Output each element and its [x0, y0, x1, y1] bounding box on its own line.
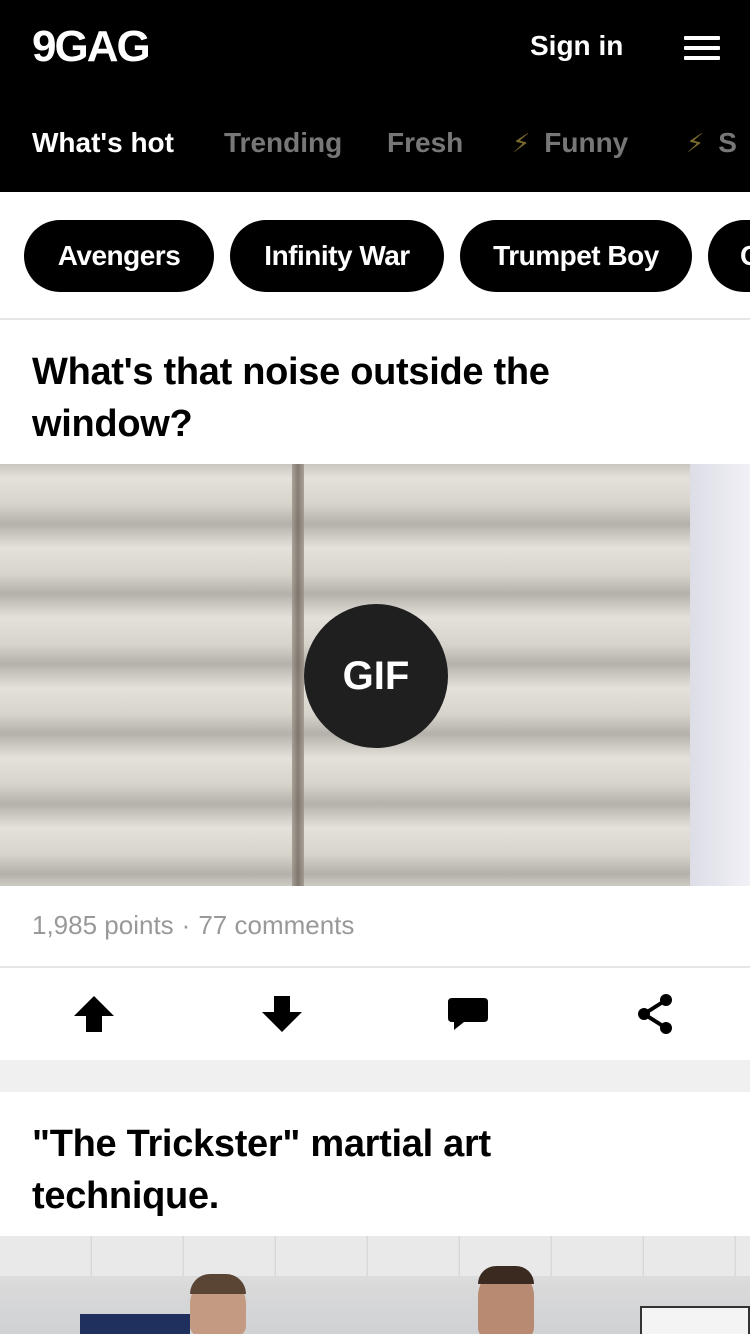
share-icon[interactable] — [634, 992, 678, 1036]
tab-label: Trending — [224, 127, 343, 158]
tab-label: What's hot — [32, 127, 174, 158]
tab-next[interactable]: ⚡ S — [686, 127, 737, 159]
tab-label: Funny — [544, 127, 629, 158]
meta-separator: · — [181, 910, 191, 940]
tab-label: Fresh — [387, 127, 464, 158]
wall-sign — [80, 1314, 190, 1334]
tag-bar: Avengers Infinity War Trumpet Boy C — [0, 192, 750, 320]
points-count[interactable]: 1,985 points — [32, 910, 174, 940]
post-meta: 1,985 points · 77 comments — [32, 910, 354, 941]
hamburger-menu-icon[interactable] — [680, 32, 720, 64]
post-title-line: "The Trickster" martial art — [32, 1123, 491, 1165]
comments-count[interactable]: 77 comments — [198, 910, 354, 940]
sign-in-button[interactable]: Sign in — [530, 30, 623, 62]
comment-icon[interactable] — [446, 992, 490, 1036]
downvote-icon[interactable] — [260, 992, 304, 1036]
tab-funny[interactable]: ⚡ Funny — [512, 127, 628, 159]
tab-trending[interactable]: Trending — [224, 127, 342, 159]
blind-cord — [292, 464, 304, 886]
post-media-gif[interactable]: GIF — [0, 464, 750, 886]
tag-partial[interactable]: C — [708, 220, 750, 292]
person-right-hair — [478, 1266, 534, 1284]
gif-play-button[interactable]: GIF — [304, 604, 448, 748]
window-edge — [690, 464, 750, 886]
post-title-line: technique. — [32, 1175, 220, 1217]
post-actions — [0, 968, 750, 1060]
post-media-image[interactable] — [0, 1236, 750, 1334]
post-separator — [0, 1060, 750, 1092]
post-title-line: window? — [32, 403, 193, 445]
wall-poster — [640, 1306, 750, 1334]
tab-label: S — [718, 127, 737, 158]
tab-whats-hot[interactable]: What's hot — [32, 127, 174, 159]
tag-infinity-war[interactable]: Infinity War — [230, 220, 444, 292]
lightning-bolt-icon: ⚡ — [686, 128, 705, 158]
post-thumbnail — [0, 1236, 750, 1334]
logo[interactable]: 9GAG — [32, 22, 151, 72]
top-header: 9GAG Sign in — [0, 0, 750, 96]
lightning-bolt-icon: ⚡ — [512, 128, 531, 158]
post-title[interactable]: What's that noise outside the window? — [32, 346, 692, 450]
tag-avengers[interactable]: Avengers — [24, 220, 214, 292]
tab-fresh[interactable]: Fresh — [387, 127, 463, 159]
person-left-hair — [190, 1274, 246, 1294]
post-title-line: What's that noise outside the — [32, 351, 550, 393]
ceiling-tiles — [0, 1236, 750, 1276]
tag-trumpet-boy[interactable]: Trumpet Boy — [460, 220, 692, 292]
post-title[interactable]: "The Trickster" martial art technique. — [32, 1118, 692, 1222]
section-nav: What's hot Trending Fresh ⚡ Funny ⚡ S — [0, 96, 750, 192]
upvote-icon[interactable] — [72, 992, 116, 1036]
